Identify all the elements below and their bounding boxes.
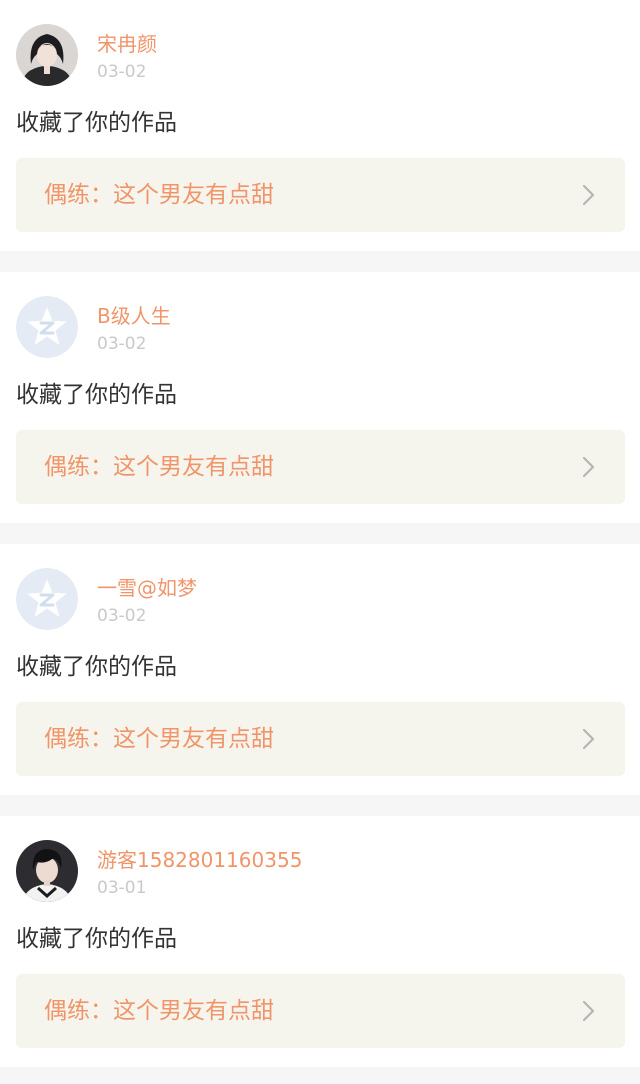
notification-card: 宋冉颜 03-02 收藏了你的作品 偶练：这个男友有点甜 (0, 0, 640, 251)
avatar[interactable] (16, 568, 78, 630)
timestamp: 03-02 (97, 62, 147, 82)
work-link[interactable]: 偶练：这个男友有点甜 (16, 430, 625, 504)
chevron-right-icon (582, 728, 595, 750)
username[interactable]: B级人生 (97, 302, 171, 330)
work-title: 偶练：这个男友有点甜 (44, 454, 274, 480)
username[interactable]: 一雪@如梦 (97, 574, 197, 602)
work-title: 偶练：这个男友有点甜 (44, 998, 274, 1024)
work-title: 偶练：这个男友有点甜 (44, 726, 274, 752)
timestamp: 03-02 (97, 334, 147, 354)
chevron-right-icon (582, 184, 595, 206)
notification-card: 游客1582801160355 03-01 收藏了你的作品 偶练：这个男友有点甜 (0, 816, 640, 1067)
username[interactable]: 游客1582801160355 (97, 846, 302, 874)
notification-feed: 宋冉颜 03-02 收藏了你的作品 偶练：这个男友有点甜 B级人生 03-02 … (0, 0, 640, 1084)
work-title: 偶练：这个男友有点甜 (44, 182, 274, 208)
chevron-right-icon (582, 456, 595, 478)
timestamp: 03-02 (97, 606, 147, 626)
boy-photo-avatar-icon (16, 840, 78, 902)
action-text: 收藏了你的作品 (16, 926, 177, 952)
avatar[interactable] (16, 24, 78, 86)
notification-card: B级人生 03-02 收藏了你的作品 偶练：这个男友有点甜 (0, 272, 640, 523)
girl-photo-avatar-icon (16, 24, 78, 86)
chevron-right-icon (582, 1000, 595, 1022)
timestamp: 03-01 (97, 878, 147, 898)
action-text: 收藏了你的作品 (16, 654, 177, 680)
action-text: 收藏了你的作品 (16, 382, 177, 408)
avatar[interactable] (16, 840, 78, 902)
username[interactable]: 宋冉颜 (97, 30, 157, 58)
work-link[interactable]: 偶练：这个男友有点甜 (16, 974, 625, 1048)
notification-card: 一雪@如梦 03-02 收藏了你的作品 偶练：这个男友有点甜 (0, 544, 640, 795)
default-star-avatar-icon (16, 568, 78, 630)
action-text: 收藏了你的作品 (16, 110, 177, 136)
work-link[interactable]: 偶练：这个男友有点甜 (16, 158, 625, 232)
default-star-avatar-icon (16, 296, 78, 358)
work-link[interactable]: 偶练：这个男友有点甜 (16, 702, 625, 776)
avatar[interactable] (16, 296, 78, 358)
